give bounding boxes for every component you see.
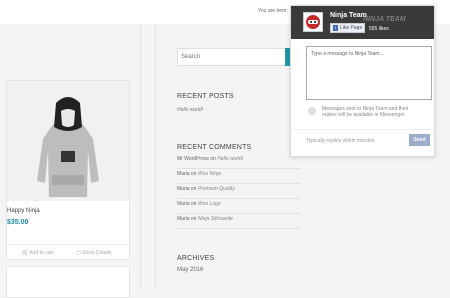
- facebook-icon: f: [333, 25, 338, 31]
- comment-post-link[interactable]: Woo Logo: [198, 201, 221, 207]
- product-card[interactable]: [6, 266, 130, 298]
- message-input[interactable]: Type a message to Ninja Team...: [306, 46, 432, 100]
- column-divider-left: [140, 24, 141, 288]
- comment-author[interactable]: Maria: [177, 216, 190, 222]
- comment-connector: on: [190, 201, 197, 207]
- comment-author[interactable]: Maria: [177, 171, 190, 177]
- recent-post-link[interactable]: Hello world!: [177, 107, 203, 113]
- comment-item[interactable]: Maria on Premium Quality: [177, 186, 301, 199]
- messenger-icon: [308, 107, 316, 115]
- recent-comments-title: RECENT COMMENTS: [177, 144, 252, 151]
- like-page-label: Like Page: [340, 25, 363, 31]
- breadcrumb: You are here:: [258, 8, 288, 14]
- add-to-cart-button[interactable]: 🛒 Add to cart: [22, 250, 54, 256]
- comment-post-link[interactable]: Woo Ninja: [198, 171, 221, 177]
- product-actions: 🛒 Add to cart ▢ Show Details: [6, 244, 128, 259]
- chat-footer: Typically replies within minutes Send: [291, 129, 434, 152]
- ninja-logo: [303, 12, 323, 32]
- chat-header: NINJA TEAM Ninja Team f Like Page 565 li…: [291, 6, 434, 39]
- comment-post-link[interactable]: Premium Quality: [198, 186, 235, 192]
- comment-connector: on: [190, 186, 197, 192]
- comment-author[interactable]: Mr WordPress: [177, 156, 209, 162]
- send-button[interactable]: Send: [409, 134, 430, 146]
- show-details-label: Show Details: [82, 250, 112, 256]
- likes-count: 565 likes: [369, 26, 389, 32]
- comment-post-link[interactable]: Hello world!: [217, 156, 243, 162]
- archives-title: ARCHIVES: [177, 255, 215, 262]
- product-price: $35.00: [7, 219, 29, 226]
- reply-time: Typically replies within minutes: [306, 138, 375, 144]
- product-image[interactable]: [7, 81, 129, 201]
- messenger-note: Messages sent to Ninja Team and their re…: [322, 106, 409, 118]
- comment-post-link[interactable]: Ninja Silhouette: [198, 216, 233, 222]
- product-name[interactable]: Happy Ninja: [7, 208, 40, 214]
- comment-item[interactable]: Mr WordPress on Hello world!: [177, 156, 301, 169]
- column-divider-right: [155, 24, 156, 288]
- like-page-button[interactable]: f Like Page: [330, 23, 365, 33]
- show-details-button[interactable]: ▢ Show Details: [76, 250, 111, 256]
- comment-item[interactable]: Maria on Woo Logo: [177, 201, 301, 214]
- hoodie-icon: [37, 97, 99, 197]
- archive-link[interactable]: May 2016: [177, 267, 203, 273]
- comment-author[interactable]: Maria: [177, 201, 190, 207]
- message-placeholder: Type a message to Ninja Team...: [311, 51, 384, 57]
- comment-connector: on: [190, 216, 197, 222]
- comment-item[interactable]: Maria on Woo Ninja: [177, 171, 301, 184]
- comment-author[interactable]: Maria: [177, 186, 190, 192]
- search-input[interactable]: Search: [177, 48, 289, 66]
- add-to-cart-label: Add to cart: [29, 250, 54, 256]
- page-cover-text: NINJA TEAM: [363, 16, 406, 23]
- page-name[interactable]: Ninja Team: [330, 12, 367, 19]
- comment-item[interactable]: Maria on Ninja Silhouette: [177, 216, 301, 229]
- comment-connector: on: [190, 171, 197, 177]
- search-placeholder: Search: [181, 54, 201, 60]
- product-card[interactable]: [6, 80, 130, 260]
- recent-posts-title: RECENT POSTS: [177, 93, 234, 100]
- messenger-chat-widget: NINJA TEAM Ninja Team f Like Page 565 li…: [290, 5, 435, 157]
- comment-connector: on: [210, 156, 216, 162]
